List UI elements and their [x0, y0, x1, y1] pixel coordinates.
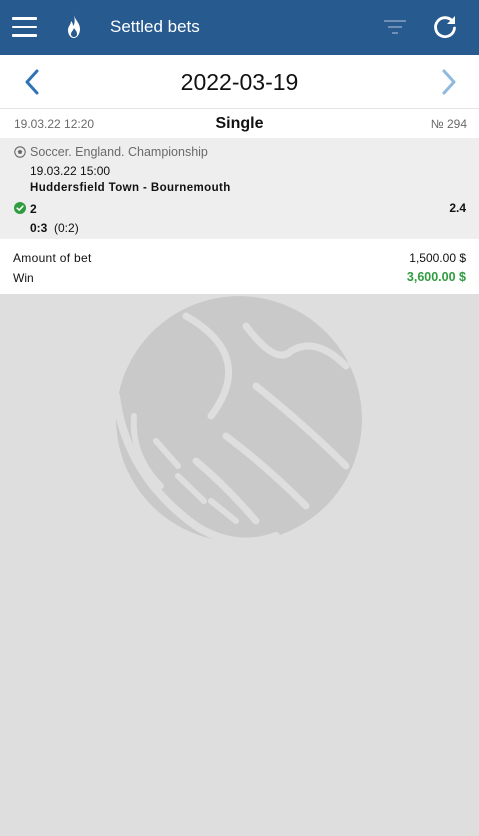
final-score: 0:3: [30, 221, 48, 235]
bet-event: Soccer. England. Championship 19.03.22 1…: [0, 138, 479, 239]
page-title: Settled bets: [110, 17, 200, 36]
match-name: Huddersfield Town - Bournemouth: [30, 182, 231, 194]
bet-type: Single: [215, 115, 264, 132]
win-value: 3,600.00 $: [406, 270, 466, 284]
hamburger-menu-icon[interactable]: [12, 17, 37, 37]
event-datetime: 19.03.22 15:00: [30, 164, 111, 178]
bet-outcome: 2: [30, 202, 37, 216]
sport-league-line: Soccer. England. Championship: [14, 145, 208, 159]
check-circle-icon: [14, 202, 26, 214]
bet-number: № 294: [430, 117, 467, 131]
filter-icon[interactable]: [384, 19, 406, 35]
chevron-right-icon[interactable]: [441, 69, 457, 95]
amount-value: 1,500.00 $: [409, 251, 466, 265]
half-time-score: (0:2): [54, 221, 79, 235]
match-score: 0:3 (0:2): [30, 221, 79, 235]
flame-icon[interactable]: [64, 14, 84, 40]
bet-coefficient: 2.4: [449, 201, 466, 215]
bet-card-header: 19.03.22 12:20 Single № 294: [0, 109, 479, 138]
sport-league-text: Soccer. England. Championship: [30, 145, 208, 159]
top-app-bar: Settled bets: [0, 0, 479, 55]
amount-label: Amount of bet: [13, 251, 92, 265]
win-label: Win: [13, 271, 34, 285]
handshake-watermark-icon: [116, 296, 362, 542]
soccer-ball-icon: [14, 146, 26, 158]
date-navigation: 2022-03-19: [0, 55, 479, 109]
bet-card[interactable]: 19.03.22 12:20 Single № 294 Soccer. Engl…: [0, 109, 479, 294]
selected-date: 2022-03-19: [180, 69, 299, 95]
refresh-icon[interactable]: [432, 14, 458, 40]
